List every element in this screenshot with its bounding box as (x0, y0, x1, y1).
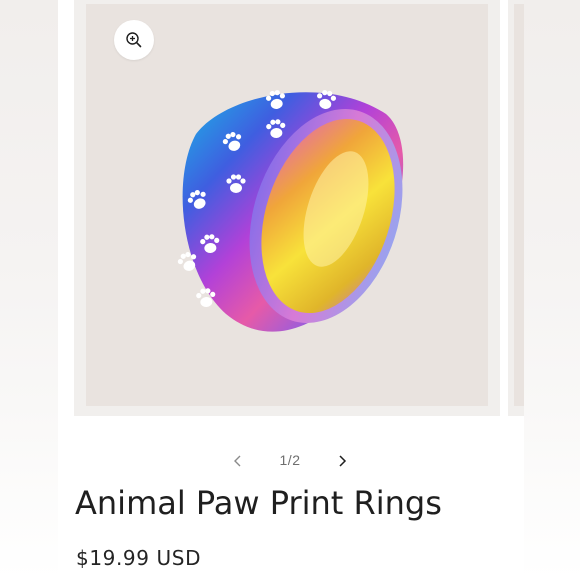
slide-counter: 1/2 (279, 452, 301, 468)
right-backdrop (524, 0, 580, 580)
product-title: Animal Paw Print Rings (75, 484, 442, 522)
next-slide-button[interactable] (330, 448, 354, 474)
chevron-left-icon (234, 455, 241, 467)
gallery-pagination: 1/2 (58, 448, 524, 474)
next-slide-preview (508, 0, 524, 416)
product-card: 1/2 Animal Paw Print Rings $19.99 USD (58, 0, 524, 580)
chevron-right-icon (339, 455, 347, 467)
previous-slide-button[interactable] (226, 448, 250, 474)
left-backdrop (0, 0, 58, 580)
ring-image (175, 88, 404, 332)
product-image[interactable] (86, 4, 488, 406)
zoom-in-icon (126, 32, 142, 48)
gallery-slide (74, 0, 500, 416)
zoom-button[interactable] (114, 20, 154, 60)
product-price: $19.99 USD (76, 546, 202, 570)
